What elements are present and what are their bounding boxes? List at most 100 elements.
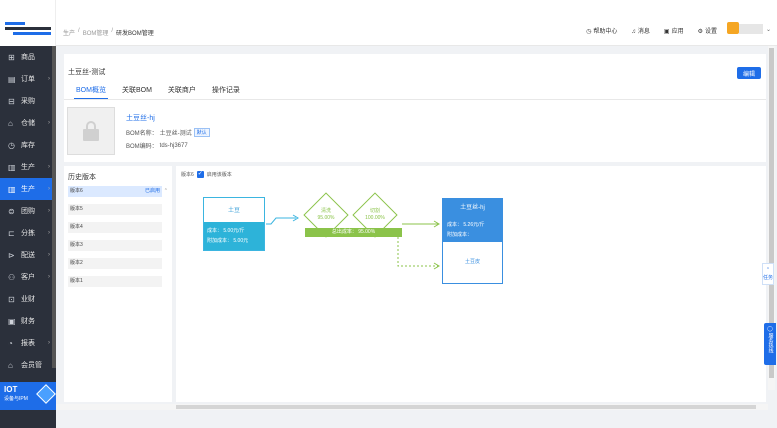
delivery-icon: ⊳	[8, 250, 15, 260]
chevron-down-icon[interactable]: ⌄	[766, 26, 771, 33]
member-icon: ⌂	[8, 360, 13, 370]
header-actions: ◷ 帮助中心 ♫ 消息 ▣ 应用 ⚙ 设置	[586, 26, 717, 35]
bell-icon: ♫	[631, 29, 636, 35]
top-header: 生产 / BOM管理 / 研发BOM管理 ◷ 帮助中心 ♫ 消息 ▣ 应用 ⚙ 设置 ⌄	[56, 0, 777, 46]
task-float-button[interactable]: ⌃ 任务	[762, 263, 774, 285]
apps-button[interactable]: ▣ 应用	[664, 26, 684, 35]
sidebar-item-3[interactable]: ⌂ 仓储 ›	[0, 112, 56, 134]
sidebar-item-9[interactable]: ⊳ 配送 ›	[0, 244, 56, 266]
sidebar-item-5[interactable]: ▥ 生产 ›	[0, 156, 56, 178]
chevron-right-icon: ›	[48, 252, 50, 258]
tab-operation-log[interactable]: 操作记录	[210, 82, 242, 99]
raw-material-costs: 成本： 5.00元/斤 附加成本： 5.00元	[204, 222, 264, 250]
sidebar-item-10[interactable]: ⚇ 客户 ›	[0, 266, 56, 288]
avatar[interactable]	[727, 22, 739, 34]
bom-name-label: BOM名称：	[126, 131, 158, 137]
sidebar-item-label: 客户	[21, 274, 35, 281]
sidebar-item-label: 团购	[21, 208, 35, 215]
raw-material-node[interactable]: 土豆 成本： 5.00元/斤 附加成本： 5.00元	[203, 197, 265, 251]
sidebar-item-label: 财务	[21, 318, 35, 325]
sidebar-item-label: 分拣	[21, 230, 35, 237]
sidebar-item-8[interactable]: ⊏ 分拣 ›	[0, 222, 56, 244]
bom-diagram-panel: 版本6 ✓ 启用该版本 土豆 成本： 5.00元/斤 附加成本： 5.00元 清…	[176, 166, 766, 402]
sidebar-item-6[interactable]: ▥ 生产 ›	[0, 178, 56, 200]
grid-icon: ⊞	[8, 52, 15, 62]
raw-material-title: 土豆	[227, 208, 240, 214]
breadcrumb: 生产 / BOM管理 / 研发BOM管理	[63, 28, 154, 37]
breadcrumb-production[interactable]: 生产	[63, 28, 75, 37]
horizontal-scrollbar[interactable]	[56, 404, 768, 410]
breadcrumb-current: 研发BOM管理	[116, 31, 154, 37]
finished-product-cost: 成本： 5.26元/斤	[447, 222, 485, 228]
tab-bar: BOM概览 关联BOM 关联商户 操作记录	[64, 82, 766, 100]
service-float-button[interactable]: ◯ 服务热线	[764, 323, 776, 365]
total-yield-bar: 总出成率： 95.00%	[305, 228, 402, 237]
finished-product-costs: 成本： 5.26元/斤 附加成本：	[443, 218, 502, 242]
finished-product-add-cost: 附加成本：	[447, 232, 473, 238]
version-item[interactable]: 版本6 已启用	[68, 186, 162, 197]
product-image	[67, 107, 115, 155]
chevron-right-icon: ›	[48, 208, 50, 214]
tab-related-bom[interactable]: 关联BOM	[120, 82, 154, 99]
chevron-up-icon[interactable]: ⌃	[164, 188, 168, 194]
tab-related-merchant[interactable]: 关联商户	[166, 82, 198, 99]
factory-icon: ▥	[8, 162, 16, 172]
sidebar-item-11[interactable]: ⊡ 业财	[0, 288, 56, 310]
bom-name-row: BOM名称： 土豆丝-测试 默认	[126, 128, 210, 137]
app-icon: ▣	[663, 29, 670, 35]
chevron-right-icon: ›	[48, 120, 50, 126]
message-button[interactable]: ♫ 消息	[631, 26, 650, 35]
order-icon: ▤	[8, 74, 16, 84]
history-panel: 历史版本 ⌃ 版本6 已启用版本5 版本4 版本3 版本2 版本1	[64, 166, 172, 402]
version-item[interactable]: 版本3	[68, 240, 162, 251]
user-name[interactable]	[739, 24, 763, 34]
version-list: 版本6 已启用版本5 版本4 版本3 版本2 版本1	[68, 186, 162, 294]
version-label: 版本5	[70, 206, 83, 212]
help-icon: ◷	[586, 29, 592, 35]
finance-icon: ⊡	[8, 294, 15, 304]
version-item[interactable]: 版本4	[68, 222, 162, 233]
sidebar-item-14[interactable]: ⌂ 会员管	[0, 354, 56, 376]
sidebar-item-0[interactable]: ⊞ 商品	[0, 46, 56, 68]
tab-bom-overview[interactable]: BOM概览	[74, 82, 108, 99]
sidebar-item-4[interactable]: ◷ 库存	[0, 134, 56, 156]
lock-icon	[82, 121, 100, 141]
chevron-right-icon: ›	[48, 274, 50, 280]
version-item[interactable]: 版本1	[68, 276, 162, 287]
sidebar-item-12[interactable]: ▣ 财务	[0, 310, 56, 332]
product-name[interactable]: 土豆丝-hj	[126, 113, 155, 123]
process-washing-label: 清洗 95.00%	[317, 208, 335, 221]
sidebar-item-label: 库存	[21, 142, 35, 149]
version-label: 版本6	[70, 188, 83, 194]
sidebar-item-13[interactable]: ◔ 报表 ›	[0, 332, 56, 354]
product-panel: 土豆丝-测试 编辑 BOM概览 关联BOM 关联商户 操作记录 土豆丝-hj B…	[64, 54, 766, 162]
version-item[interactable]: 版本5	[68, 204, 162, 215]
version-item[interactable]: 版本2	[68, 258, 162, 269]
version-label: 版本1	[70, 278, 83, 284]
accounting-icon: ▣	[8, 316, 16, 326]
finished-product-title: 土豆丝-hj	[443, 199, 502, 218]
finished-product-node[interactable]: 土豆丝-hj 成本： 5.26元/斤 附加成本： 土豆皮	[442, 198, 503, 284]
sidebar-item-1[interactable]: ▤ 订单 ›	[0, 68, 56, 90]
main-content: 土豆丝-测试 编辑 BOM概览 关联BOM 关联商户 操作记录 土豆丝-hj B…	[56, 46, 777, 428]
logo	[0, 0, 56, 46]
chevron-right-icon: ›	[48, 230, 50, 236]
history-title: 历史版本	[68, 174, 96, 181]
bom-code-label: BOM编码：	[126, 144, 158, 150]
byproduct-label[interactable]: 土豆皮	[443, 258, 502, 265]
iot-card[interactable]: IOT 设备与IPM	[0, 382, 56, 410]
bom-name-value: 土豆丝-测试	[159, 131, 192, 137]
settings-button[interactable]: ⚙ 设置	[698, 26, 717, 35]
gear-icon: ⚙	[697, 29, 703, 35]
warehouse-icon: ⌂	[8, 118, 13, 128]
sidebar-item-2[interactable]: ⊟ 采购	[0, 90, 56, 112]
help-button[interactable]: ◷ 帮助中心	[586, 26, 617, 35]
breadcrumb-bom[interactable]: BOM管理	[83, 28, 109, 37]
sidebar-item-label: 生产	[21, 164, 35, 171]
sidebar-item-label: 订单	[21, 76, 35, 83]
sidebar-item-7[interactable]: ⊜ 团购 ›	[0, 200, 56, 222]
task-icon: ⌃	[765, 267, 771, 273]
sorting-icon: ⊏	[8, 228, 15, 238]
purchase-icon: ⊟	[8, 96, 15, 106]
edit-button[interactable]: 编辑	[737, 67, 761, 79]
